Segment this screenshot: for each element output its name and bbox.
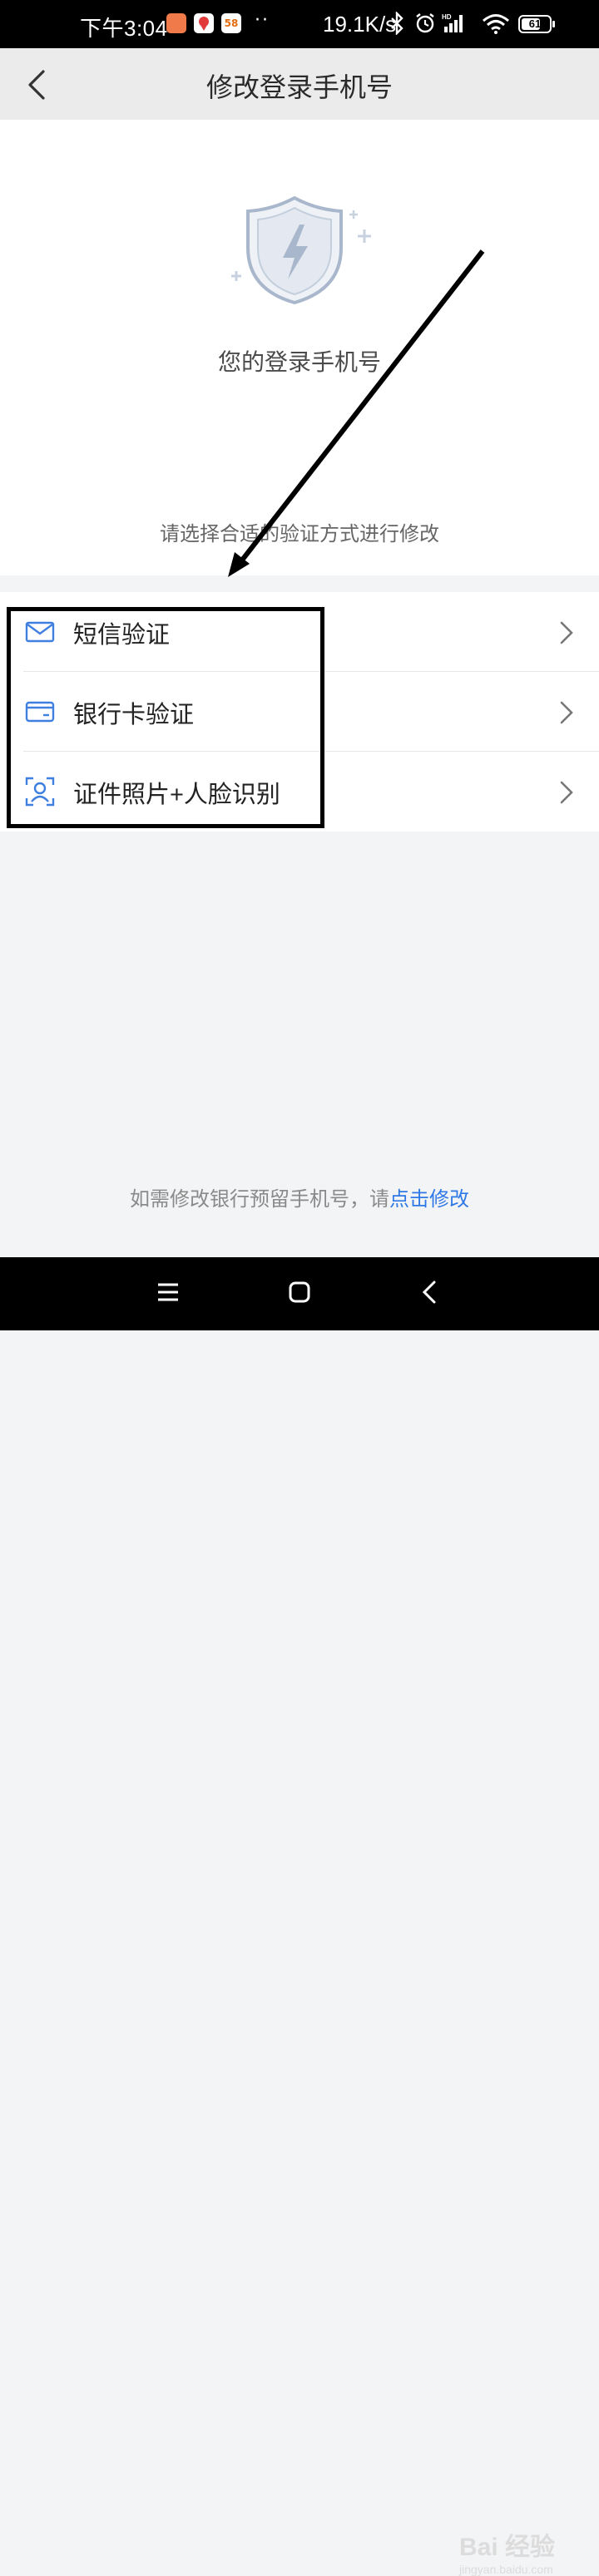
wifi-icon (481, 12, 511, 38)
bank-card-icon (25, 701, 55, 723)
method-bank-card[interactable]: 银行卡验证 (0, 672, 599, 752)
nav-bar: 修改登录手机号 (0, 48, 599, 120)
watermark-url: jingyan.baidu.com (459, 2563, 553, 2576)
menu-icon[interactable] (156, 1281, 180, 1304)
svg-text:HD: HD (442, 13, 452, 21)
method-label: 证件照片+人脸识别 (73, 782, 280, 808)
footer-note: 如需修改银行预留手机号，请点击修改 (0, 1182, 599, 1212)
battery-level: 61 (528, 17, 542, 30)
method-label: 短信验证 (73, 622, 171, 649)
footer-note-text: 如需修改银行预留手机号，请 (130, 1188, 389, 1211)
shield-lightning-icon (231, 196, 371, 305)
chevron-right-icon (560, 781, 573, 804)
method-label: 银行卡验证 (73, 702, 195, 728)
watermark-logo: Bai 经验 (459, 2534, 556, 2561)
hero-section: 您的登录手机号 请选择合适的验证方式进行修改 (0, 120, 599, 575)
home-icon[interactable] (288, 1281, 311, 1304)
bluetooth-icon (389, 11, 404, 38)
status-bar: 下午3:04 58 ·· 19.1K/s HD 61 (0, 0, 599, 48)
health-app-icon (166, 13, 186, 33)
baidu-jingyan-watermark: Bai 经验 jingyan.baidu.com (459, 2526, 555, 2576)
face-id-icon (25, 777, 55, 807)
verification-method-list: 短信验证 银行卡验证 证件照片+人脸识别 (0, 592, 599, 832)
map-app-icon (194, 13, 214, 33)
mail-icon (25, 621, 55, 643)
chevron-right-icon (560, 701, 573, 724)
58-app-icon: 58 (221, 13, 241, 33)
network-speed: 19.1K/s (323, 12, 397, 37)
phone-number-label: 您的登录手机号 (217, 349, 381, 375)
verification-hint: 请选择合适的验证方式进行修改 (160, 523, 439, 545)
status-time: 下午3:04 (80, 16, 168, 41)
signal-icon: HD (441, 12, 469, 38)
chevron-right-icon (560, 621, 573, 644)
more-notifications-icon: ·· (255, 10, 270, 31)
page-title: 修改登录手机号 (205, 72, 393, 102)
back-nav-icon[interactable] (419, 1279, 439, 1305)
alarm-icon (413, 12, 437, 38)
system-nav-bar: Bai 经验 jingyan.baidu.com (0, 1257, 599, 2576)
battery-icon: 61 (518, 15, 555, 33)
method-face-id[interactable]: 证件照片+人脸识别 (0, 752, 599, 832)
modify-link[interactable]: 点击修改 (389, 1188, 469, 1211)
method-sms[interactable]: 短信验证 (0, 592, 599, 672)
